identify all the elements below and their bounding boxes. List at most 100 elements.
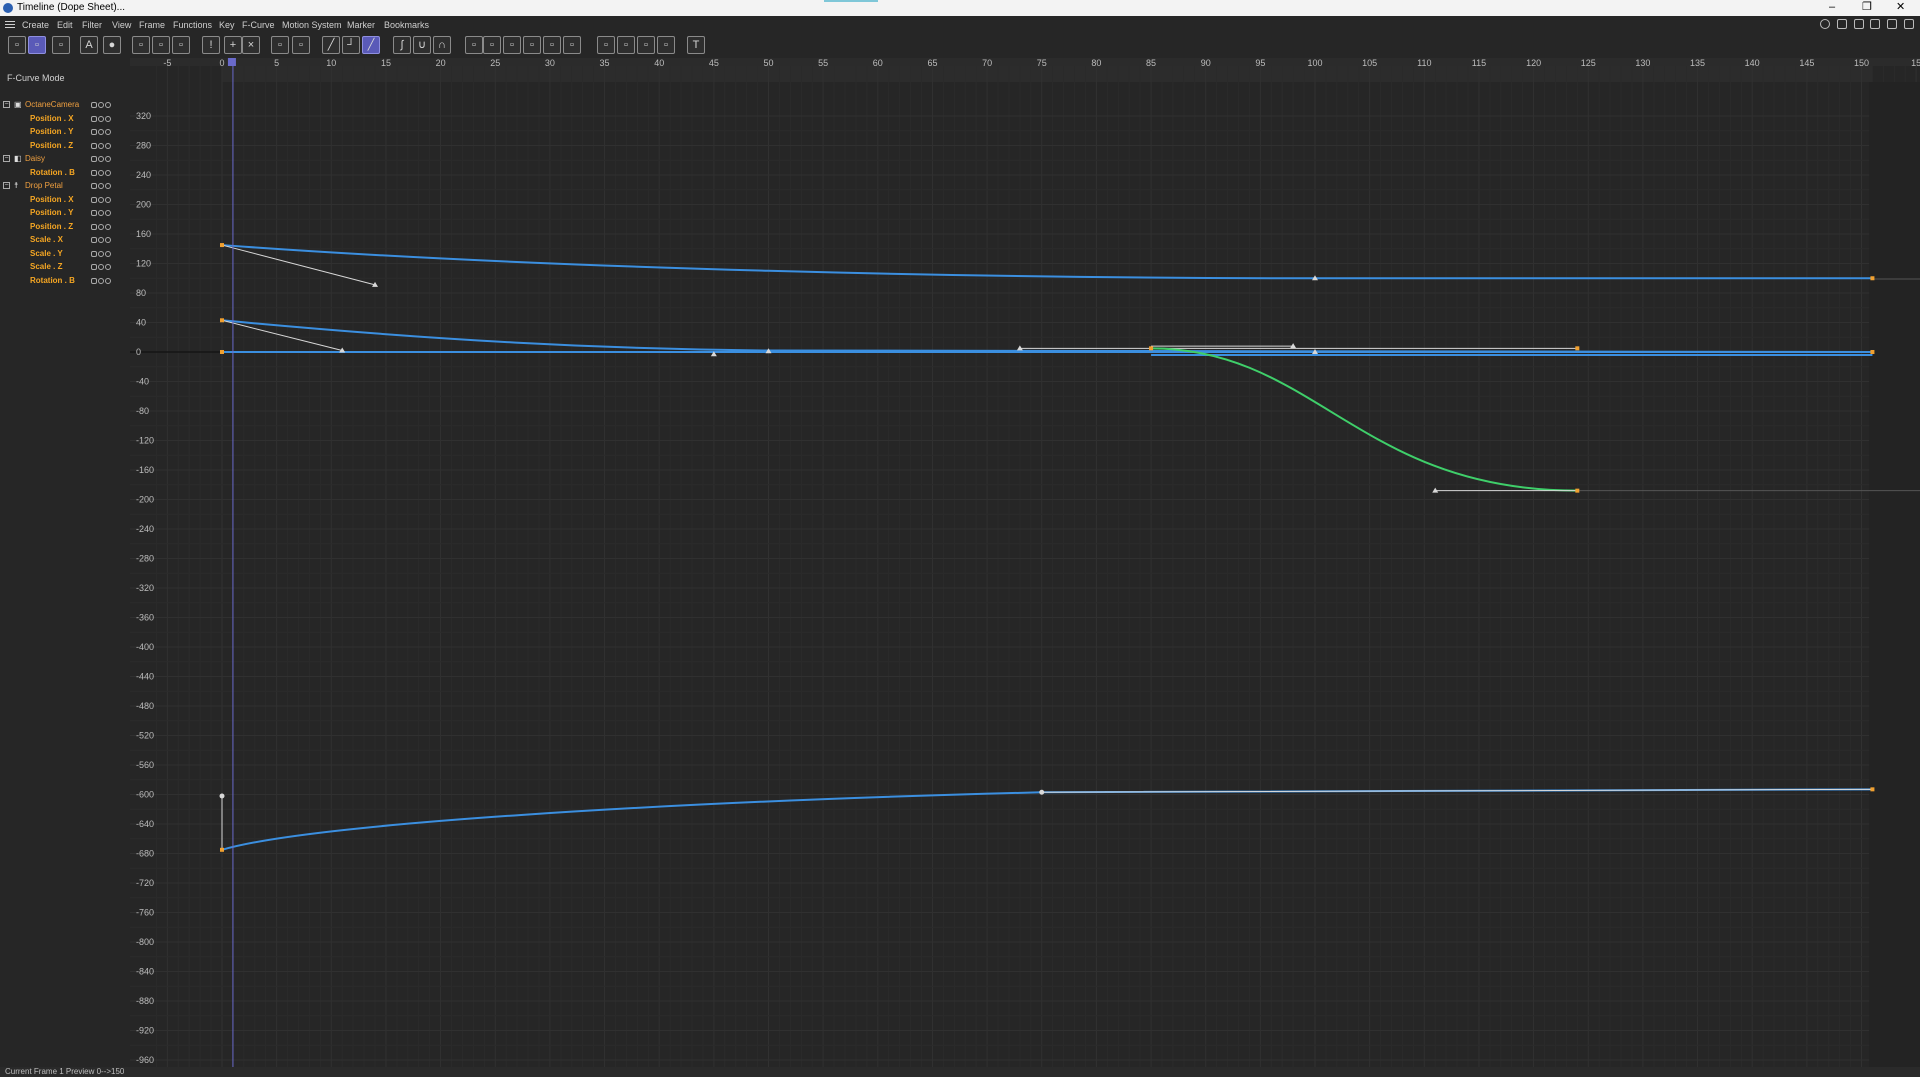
close-button[interactable]: ✕ <box>1896 1 1905 14</box>
menu-create[interactable]: Create <box>22 20 49 30</box>
y-tick-label: -840 <box>136 967 154 977</box>
x-tick-label: 85 <box>1146 58 1156 68</box>
frame-range-button[interactable]: ▫ <box>172 36 190 54</box>
x-tick-label: 65 <box>927 58 937 68</box>
flat-tangent-button[interactable]: ▫ <box>563 36 581 54</box>
menu-filter[interactable]: Filter <box>82 20 102 30</box>
y-tick-label: -120 <box>136 436 154 446</box>
y-tick-label: 0 <box>136 347 141 357</box>
y-tick-label: -80 <box>136 406 149 416</box>
fcurve-graph[interactable]: -5 0 5 10 15 20 25 30 35 40 45 50 55 60 65 70 75 80 85 90 95… <box>0 58 1920 1067</box>
flat-tangent-icon: ▫ <box>570 39 574 51</box>
snap-key-button[interactable]: ▫ <box>597 36 615 54</box>
x-tick-label: -5 <box>163 58 171 68</box>
y-tick-label: -560 <box>136 760 154 770</box>
filter-icon[interactable] <box>1853 19 1864 29</box>
expand-icon[interactable] <box>1870 19 1881 29</box>
fcurve-view-button[interactable]: ▫ <box>8 36 26 54</box>
frame-selected-button[interactable]: ▫ <box>152 36 170 54</box>
menu-frame[interactable]: Frame <box>139 20 165 30</box>
menu-marker[interactable]: Marker <box>347 20 375 30</box>
y-tick-label: -200 <box>136 495 154 505</box>
text-A-icon: A <box>85 39 93 51</box>
keyframe[interactable] <box>220 350 224 354</box>
x-tick-label: 80 <box>1091 58 1101 68</box>
step-button[interactable]: ┘ <box>342 36 360 54</box>
menu-motion-system[interactable]: Motion System <box>282 20 342 30</box>
sphere-icon: ● <box>108 39 116 51</box>
menu-view[interactable]: View <box>112 20 131 30</box>
lock-tangent-button[interactable]: ▫ <box>543 36 561 54</box>
y-tick-label: -280 <box>136 554 154 564</box>
hamburger-icon[interactable] <box>5 19 15 30</box>
restore-button[interactable]: ❐ <box>1862 1 1872 14</box>
handle-tip[interactable] <box>1039 789 1045 795</box>
x-tick-label: 25 <box>490 58 500 68</box>
sphere-button[interactable]: ● <box>103 36 121 54</box>
scale-keys-button[interactable]: ▫ <box>637 36 655 54</box>
menu-fcurve[interactable]: F-Curve <box>242 20 275 30</box>
linear-button[interactable]: ╱ <box>322 36 340 54</box>
window-title: Timeline (Dope Sheet)... <box>17 2 126 13</box>
auto-tangent-C-button[interactable]: ▫ <box>503 36 521 54</box>
x-tick-label: 110 <box>1417 58 1431 68</box>
menu-key[interactable]: Key <box>219 20 235 30</box>
key-delete-button[interactable]: × <box>242 36 260 54</box>
keyframe[interactable] <box>1575 346 1580 351</box>
zero-length-button[interactable]: ▫ <box>292 36 310 54</box>
menu-bookmarks[interactable]: Bookmarks <box>384 20 429 30</box>
auto-tangent-A-button[interactable]: ▫ <box>465 36 483 54</box>
align-key-button[interactable]: ▫ <box>617 36 635 54</box>
paint-icon: T <box>692 39 700 51</box>
x-tick-label: 120 <box>1526 58 1541 68</box>
auto-tangent-B-button[interactable]: ▫ <box>483 36 501 54</box>
menu-functions[interactable]: Functions <box>173 20 212 30</box>
ease-in-out-icon: ∫ <box>400 39 404 51</box>
linear-icon: ╱ <box>327 39 335 51</box>
motion-mode-button[interactable]: ▫ <box>52 36 70 54</box>
key-add-button[interactable]: + <box>224 36 242 54</box>
y-tick-label: -960 <box>136 1055 154 1065</box>
text-A-button[interactable]: A <box>80 36 98 54</box>
menu-edit[interactable]: Edit <box>57 20 73 30</box>
lock-tangent-icon: ▫ <box>550 39 554 51</box>
move-keys-button[interactable]: ▫ <box>657 36 675 54</box>
zero-angle-button[interactable]: ▫ <box>271 36 289 54</box>
pin-icon[interactable] <box>1904 19 1914 29</box>
x-tick-label: 30 <box>545 58 555 68</box>
x-tick-label: 135 <box>1690 58 1705 68</box>
keyframe[interactable] <box>220 318 224 323</box>
x-tick-label: 35 <box>600 58 610 68</box>
key-pin-icon: ! <box>209 39 213 51</box>
panel-icons <box>1818 18 1916 32</box>
ease-out-icon: ∩ <box>438 39 446 51</box>
ease-out-button[interactable]: ∩ <box>433 36 451 54</box>
minimize-button[interactable]: – <box>1829 1 1835 14</box>
break-tangent-button[interactable]: ▫ <box>523 36 541 54</box>
lock-icon[interactable] <box>1887 19 1898 29</box>
keyframe[interactable] <box>1575 488 1580 493</box>
keyframe[interactable] <box>1870 276 1875 281</box>
y-tick-label: -760 <box>136 908 154 918</box>
frame-all-button[interactable]: ▫ <box>132 36 150 54</box>
search-icon[interactable] <box>1820 19 1831 29</box>
x-tick-label: 50 <box>763 58 773 68</box>
playhead-marker[interactable] <box>227 58 236 66</box>
keyframe[interactable] <box>220 243 224 248</box>
handle-tip[interactable] <box>219 793 225 799</box>
spline-button[interactable]: ╱ <box>362 36 380 54</box>
dope-row <box>222 66 1873 82</box>
paint-button[interactable]: T <box>687 36 705 54</box>
keyframe[interactable] <box>1149 346 1154 351</box>
ease-in-button[interactable]: ∪ <box>413 36 431 54</box>
dope-sheet-button[interactable]: ▫ <box>28 36 46 54</box>
keyframe[interactable] <box>1870 350 1875 354</box>
x-tick-label: 90 <box>1201 58 1211 68</box>
keyframe[interactable] <box>220 847 224 852</box>
keyframe[interactable] <box>1870 787 1875 792</box>
y-tick-label: 40 <box>136 318 146 328</box>
ease-in-out-button[interactable]: ∫ <box>393 36 411 54</box>
home-icon[interactable] <box>1836 19 1847 29</box>
key-pin-button[interactable]: ! <box>202 36 220 54</box>
status-text: Current Frame 1 Preview 0-->150 <box>5 1067 125 1076</box>
